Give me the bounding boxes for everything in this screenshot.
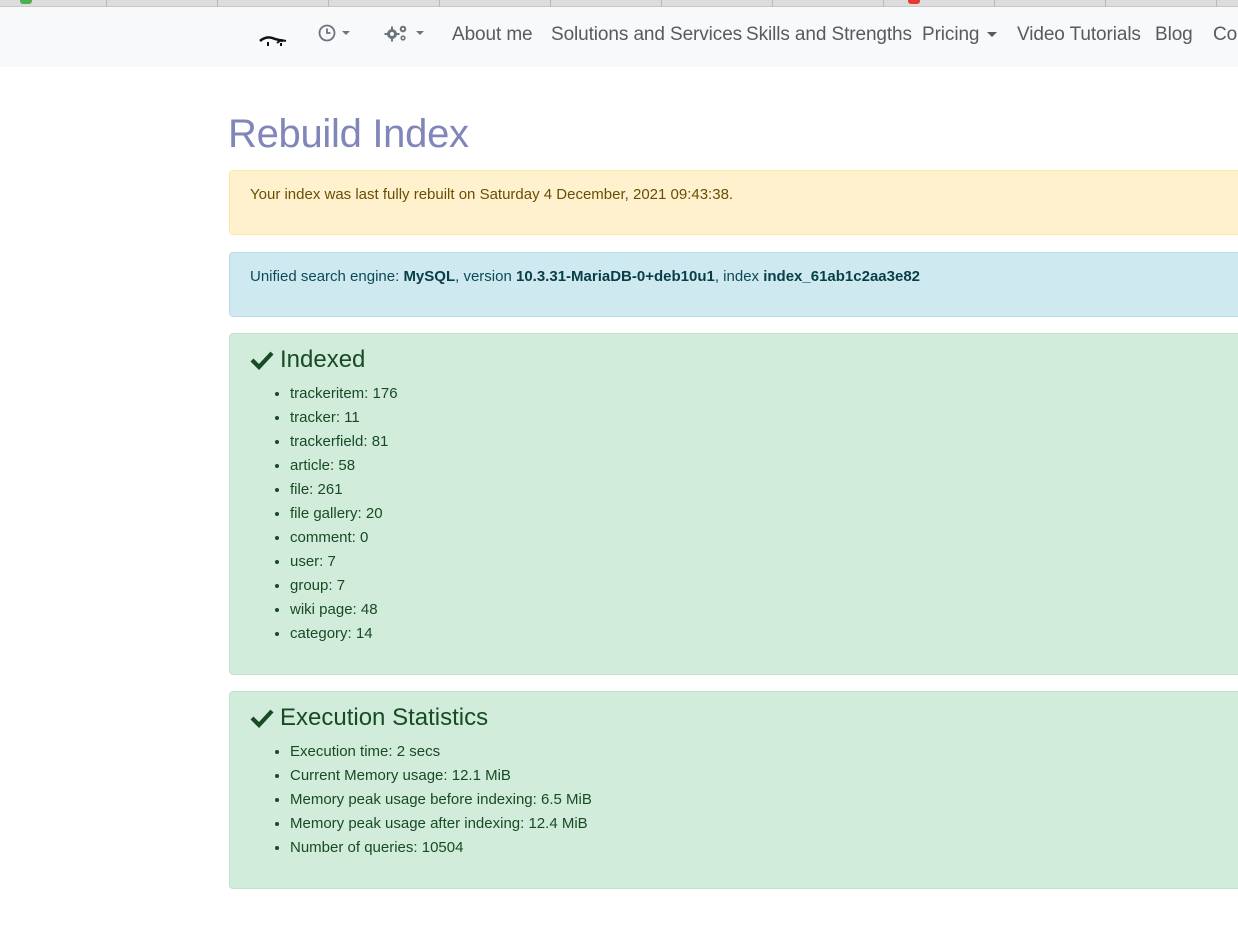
list-item: tracker: 11 xyxy=(290,406,1238,430)
nav-link-pricing-label: Pricing xyxy=(922,24,980,45)
clock-icon xyxy=(318,24,336,42)
list-item: comment: 0 xyxy=(290,526,1238,550)
list-item: article: 58 xyxy=(290,454,1238,478)
version-label: , version xyxy=(455,268,516,285)
logo-icon[interactable] xyxy=(259,29,289,49)
indexed-heading: Indexed xyxy=(250,346,1238,374)
tab-divider xyxy=(217,0,218,7)
tab-divider xyxy=(106,0,107,7)
list-item: Current Memory usage: 12.1 MiB xyxy=(290,764,1238,788)
tab-favicon xyxy=(20,0,32,4)
tab-divider xyxy=(439,0,440,7)
tab-divider xyxy=(1216,0,1217,7)
tab-divider xyxy=(883,0,884,7)
tab-divider xyxy=(994,0,995,7)
indexed-list: trackeritem: 176 tracker: 11 trackerfiel… xyxy=(250,382,1238,646)
chevron-down-icon xyxy=(416,31,424,35)
engine-prefix: Unified search engine: xyxy=(250,268,404,285)
list-item: file: 261 xyxy=(290,478,1238,502)
browser-tab-strip xyxy=(0,0,1238,7)
nav-link-video-tutorials[interactable]: Video Tutorials xyxy=(1017,24,1141,46)
index-name: index_61ab1c2aa3e82 xyxy=(763,268,921,285)
tab-divider xyxy=(550,0,551,7)
list-item: wiki page: 48 xyxy=(290,598,1238,622)
page-title: Rebuild Index xyxy=(228,112,469,156)
chevron-down-icon xyxy=(987,32,998,38)
tab-favicon xyxy=(908,0,920,4)
admin-settings-dropdown[interactable] xyxy=(384,21,424,45)
stats-heading-text: Execution Statistics xyxy=(280,704,489,731)
list-item: trackerfield: 81 xyxy=(290,430,1238,454)
gears-icon xyxy=(384,25,407,42)
last-rebuild-alert: Your index was last fully rebuilt on Sat… xyxy=(229,170,1238,235)
list-item: user: 7 xyxy=(290,550,1238,574)
last-rebuild-text: Your index was last fully rebuilt on Sat… xyxy=(250,186,734,203)
tab-divider xyxy=(1105,0,1106,7)
chevron-down-icon xyxy=(342,31,350,35)
indexed-heading-text: Indexed xyxy=(280,346,366,373)
nav-link-about-me[interactable]: About me xyxy=(452,24,533,46)
check-icon xyxy=(250,709,274,728)
list-item: Number of queries: 10504 xyxy=(290,836,1238,860)
recent-history-dropdown[interactable] xyxy=(318,21,350,45)
nav-link-blog[interactable]: Blog xyxy=(1155,24,1193,46)
check-icon xyxy=(250,351,274,370)
list-item: Memory peak usage after indexing: 12.4 M… xyxy=(290,812,1238,836)
list-item: trackeritem: 176 xyxy=(290,382,1238,406)
list-item: group: 7 xyxy=(290,574,1238,598)
list-item: Execution time: 2 secs xyxy=(290,740,1238,764)
search-engine-info-alert: Unified search engine: MySQL, version 10… xyxy=(229,252,1238,317)
execution-statistics-panel: Execution Statistics Execution time: 2 s… xyxy=(229,691,1238,889)
list-item: file gallery: 20 xyxy=(290,502,1238,526)
nav-link-contact[interactable]: Cor xyxy=(1213,24,1238,46)
top-navbar: About me Solutions and Services Skills a… xyxy=(0,7,1238,67)
indexed-panel: Indexed trackeritem: 176 tracker: 11 tra… xyxy=(229,333,1238,675)
tab-divider xyxy=(772,0,773,7)
stats-list: Execution time: 2 secs Current Memory us… xyxy=(250,740,1238,860)
list-item: category: 14 xyxy=(290,622,1238,646)
engine-version: 10.3.31-MariaDB-0+deb10u1 xyxy=(515,268,715,285)
tab-divider xyxy=(328,0,329,7)
nav-link-solutions-services[interactable]: Solutions and Services xyxy=(551,24,742,46)
engine-name: MySQL xyxy=(403,268,456,285)
index-label: , index xyxy=(714,268,764,285)
nav-link-pricing[interactable]: Pricing xyxy=(922,24,998,46)
stats-heading: Execution Statistics xyxy=(250,704,1238,732)
tab-divider xyxy=(661,0,662,7)
nav-link-skills-strengths[interactable]: Skills and Strengths xyxy=(746,24,912,46)
list-item: Memory peak usage before indexing: 6.5 M… xyxy=(290,788,1238,812)
